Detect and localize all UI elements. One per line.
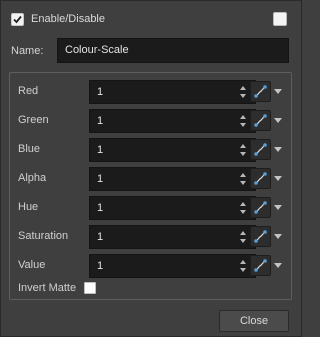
param-label: Alpha [18, 172, 47, 184]
stepper-icon[interactable] [239, 260, 246, 272]
field-value: 1 [97, 202, 104, 214]
chevron-down-icon[interactable] [274, 89, 282, 94]
link-curve-icon [254, 230, 267, 243]
saturation-field[interactable]: 1 [89, 225, 256, 249]
param-row-saturation: Saturation 1 [10, 225, 291, 249]
function-link-button[interactable] [250, 139, 271, 160]
alpha-field[interactable]: 1 [89, 167, 256, 191]
stepper-icon[interactable] [239, 173, 246, 185]
param-row-blue: Blue 1 [10, 138, 291, 162]
param-label: Red [18, 85, 39, 97]
parameters-group: Red 1 Green 1 Blue 1 Alpha 1 Hue 1 Satur… [9, 72, 292, 300]
param-row-red: Red 1 [10, 80, 291, 104]
hue-field[interactable]: 1 [89, 196, 256, 220]
link-curve-icon [254, 172, 267, 185]
stepper-icon[interactable] [239, 115, 246, 127]
link-curve-icon [254, 85, 267, 98]
function-link-button[interactable] [250, 226, 271, 247]
blue-field[interactable]: 1 [89, 138, 256, 162]
function-link-button[interactable] [250, 110, 271, 131]
param-row-value: Value 1 [10, 254, 291, 278]
green-field[interactable]: 1 [89, 109, 256, 133]
param-label: Value [18, 259, 46, 271]
red-field[interactable]: 1 [89, 80, 256, 104]
field-value: 1 [97, 231, 104, 243]
chevron-down-icon[interactable] [274, 234, 282, 239]
name-label: Name: [11, 45, 44, 57]
stepper-icon[interactable] [239, 202, 246, 214]
stepper-icon[interactable] [239, 144, 246, 156]
chevron-down-icon[interactable] [274, 263, 282, 268]
param-row-green: Green 1 [10, 109, 291, 133]
field-value: 1 [97, 86, 104, 98]
link-curve-icon [254, 201, 267, 214]
field-value: 1 [97, 260, 104, 272]
link-curve-icon [254, 114, 267, 127]
invert-matte-checkbox[interactable] [84, 282, 97, 294]
invert-matte-label: Invert Matte [18, 282, 77, 294]
param-label: Green [18, 114, 49, 126]
param-row-alpha: Alpha 1 [10, 167, 291, 191]
chevron-down-icon[interactable] [274, 118, 282, 123]
param-label: Blue [18, 143, 41, 155]
value-field[interactable]: 1 [89, 254, 256, 278]
function-link-button[interactable] [250, 81, 271, 102]
field-value: 1 [97, 144, 104, 156]
name-input[interactable]: Colour-Scale [57, 38, 289, 63]
stepper-icon[interactable] [239, 231, 246, 243]
enable-row: Enable/Disable [11, 11, 105, 27]
field-value: 1 [97, 115, 104, 127]
close-button[interactable]: Close [219, 310, 289, 332]
layer-properties-dialog: Enable/Disable Name: Colour-Scale Red 1 … [0, 0, 302, 337]
link-curve-icon [254, 259, 267, 272]
chevron-down-icon[interactable] [274, 147, 282, 152]
function-link-button[interactable] [250, 168, 271, 189]
param-label: Saturation [18, 230, 69, 242]
param-row-hue: Hue 1 [10, 196, 291, 220]
checkmark-icon [13, 15, 22, 23]
stepper-icon[interactable] [239, 86, 246, 98]
chevron-down-icon[interactable] [274, 205, 282, 210]
field-value: 1 [97, 173, 104, 185]
extra-checkbox[interactable] [273, 12, 287, 26]
link-curve-icon [254, 143, 267, 156]
chevron-down-icon[interactable] [274, 176, 282, 181]
function-link-button[interactable] [250, 197, 271, 218]
enable-label: Enable/Disable [31, 13, 105, 25]
function-link-button[interactable] [250, 255, 271, 276]
invert-matte-row: Invert Matte [18, 282, 97, 294]
param-label: Hue [18, 201, 39, 213]
enable-checkbox[interactable] [11, 12, 24, 26]
